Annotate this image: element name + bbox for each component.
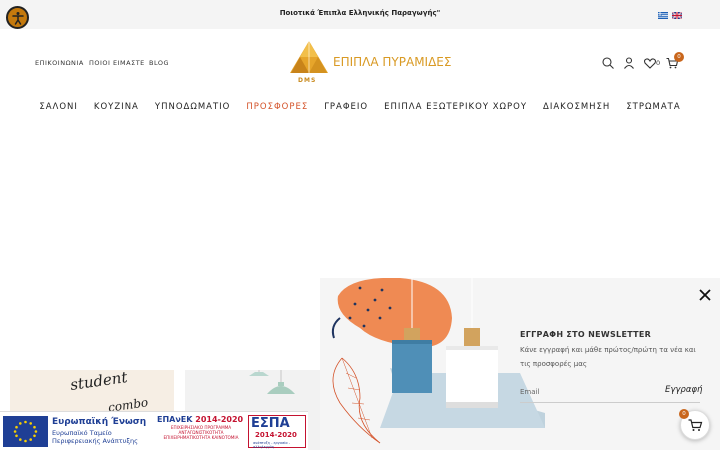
site-logo[interactable]: ΕΠΙΠΛΑ ΠΥΡΑΜΙΔΕΣ DMS: [288, 39, 451, 87]
user-icon[interactable]: [622, 56, 636, 70]
epanek-title: ΕΠΑνΕΚ 2014-2020: [157, 415, 244, 424]
header-link-blog[interactable]: BLOG: [149, 59, 169, 67]
logo-subtext: DMS: [298, 77, 317, 84]
close-icon[interactable]: [698, 288, 712, 302]
newsletter-lamps-illustration: [320, 278, 550, 450]
greek-flag-icon[interactable]: [658, 12, 668, 19]
logo-text: ΕΠΙΠΛΑ ΠΥΡΑΜΙΔΕΣ: [333, 55, 452, 69]
newsletter-title: ΕΓΓΡΑΦΗ ΣΤΟ NEWSLETTER: [520, 330, 652, 339]
cart-icon: [688, 419, 703, 431]
newsletter-description: Κάνε εγγραφή και μάθε πρώτος/πρώτη τα νέ…: [520, 346, 696, 368]
epanek-description: ΕΠΙΧΕΙΡΗΣΙΑΚΟ ΠΡΟΓΡΑΜΜΑ ΑΝΤΑΓΩΝΙΣΤΙΚΟΤΗΤ…: [163, 425, 239, 440]
uk-flag-icon[interactable]: [672, 12, 682, 19]
heart-icon[interactable]: [643, 56, 657, 70]
accessibility-button[interactable]: [6, 6, 29, 29]
main-navigation: ΣΑΛΟΝΙ ΚΟΥΖΙΝΑ ΥΠΝΟΔΩΜΑΤΙΟ ΠΡΟΣΦΟΡΕΣ ΓΡΑ…: [0, 102, 720, 112]
nav-item-living-room[interactable]: ΣΑΛΟΝΙ: [39, 102, 78, 112]
nav-item-kitchen[interactable]: ΚΟΥΖΙΝΑ: [94, 102, 139, 112]
floating-cart-count-badge: 0: [679, 409, 689, 419]
announcement-text: Ποιοτικά Έπιπλα Ελληνικής Παραγωγής": [279, 9, 441, 17]
espa-slogan: ανάπτυξη - εργασία - αλληλεγγύη: [253, 441, 291, 449]
nav-item-offers[interactable]: ΠΡΟΣΦΟΡΕΣ: [246, 102, 308, 112]
epanek-logo: ΕΠΑνΕΚ 2014-2020 ΕΠΙΧΕΙΡΗΣΙΑΚΟ ΠΡΟΓΡΑΜΜΑ…: [157, 415, 245, 448]
pyramid-logo-icon: [290, 41, 328, 73]
newsletter-popup: ΕΓΓΡΑΦΗ ΣΤΟ NEWSLETTER Κάνε εγγραφή και …: [320, 278, 720, 450]
nav-item-mattresses[interactable]: ΣΤΡΩΜΑΤΑ: [626, 102, 680, 112]
nav-item-decoration[interactable]: ΔΙΑΚΟΣΜΗΣΗ: [543, 102, 610, 112]
eu-flag-icon: [3, 416, 48, 447]
nav-item-bedroom[interactable]: ΥΠΝΟΔΩΜΑΤΙΟ: [155, 102, 230, 112]
eu-title: Ευρωπαϊκή Ένωση: [52, 417, 147, 427]
nav-item-office[interactable]: ΓΡΑΦΕΙΟ: [324, 102, 368, 112]
eu-subtitle: Ευρωπαϊκό Ταμείο Περιφερειακής Ανάπτυξης: [52, 429, 138, 445]
subscribe-button[interactable]: Εγγραφή: [665, 385, 702, 395]
wishlist-count: 0: [656, 59, 661, 67]
espa-years: 2014-2020: [255, 431, 297, 439]
cart-count-badge: 0: [674, 52, 684, 62]
espa-title: ΕΣΠΑ: [251, 416, 290, 431]
search-icon[interactable]: [601, 56, 615, 70]
espa-logo: ΕΣΠΑ 2014-2020 ανάπτυξη - εργασία - αλλη…: [248, 415, 306, 449]
header-link-about[interactable]: ΠΟΙΟΙ ΕΙΜΑΣΤΕ: [89, 59, 145, 67]
header-link-contact[interactable]: ΕΠΙΚΟΙΝΩΝΙΑ: [35, 59, 84, 67]
espa-banner[interactable]: Ευρωπαϊκή Ένωση Ευρωπαϊκό Ταμείο Περιφερ…: [0, 411, 308, 450]
nav-item-outdoor[interactable]: ΕΠΙΠΛΑ ΕΞΩΤΕΡΙΚΟΥ ΧΩΡΟΥ: [384, 102, 527, 112]
top-bar: Ποιοτικά Έπιπλα Ελληνικής Παραγωγής": [0, 0, 720, 29]
accessibility-icon: [11, 11, 24, 25]
